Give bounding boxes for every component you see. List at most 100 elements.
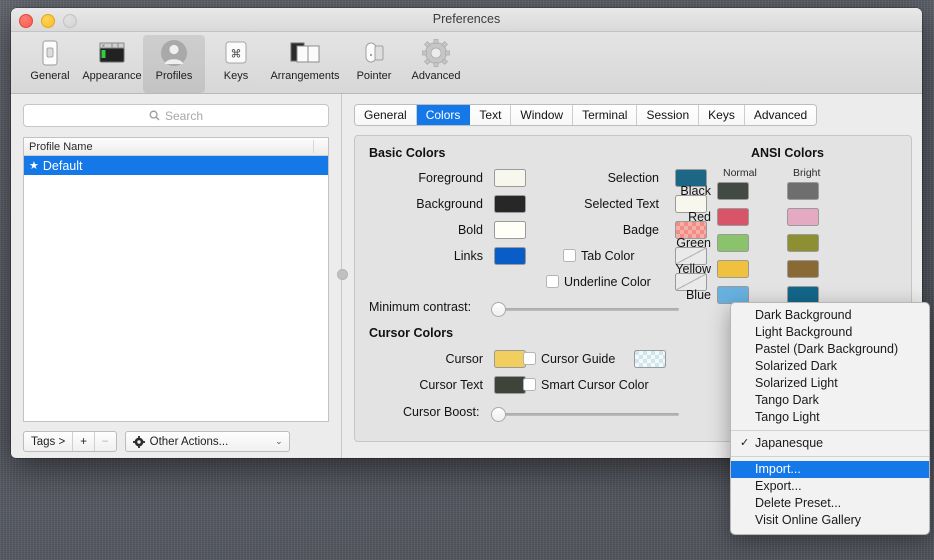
tab-keys[interactable]: Keys [699, 105, 745, 125]
tags-button[interactable]: Tags > [24, 432, 74, 451]
menu-item-import[interactable]: Import... [731, 461, 929, 478]
table-header[interactable]: Profile Name [24, 138, 328, 156]
search-placeholder: Search [164, 108, 204, 123]
checkbox-tab-color[interactable] [563, 249, 576, 262]
pointer-icon [360, 37, 388, 69]
svg-text:×: × [102, 43, 105, 49]
label-cursor-text: Cursor Text [419, 378, 483, 392]
basic-colors-heading: Basic Colors [369, 146, 446, 160]
tab-window[interactable]: Window [511, 105, 574, 125]
tab-advanced[interactable]: Advanced [744, 105, 817, 125]
checkbox-cursor-guide[interactable] [523, 352, 536, 365]
swatch-cursor-guide[interactable] [634, 350, 666, 368]
menu-item-dark-background[interactable]: Dark Background [731, 307, 929, 324]
profile-segmented-buttons: Tags > + − [23, 431, 117, 452]
tab-text[interactable]: Text [470, 105, 512, 125]
label-minimum-contrast: Minimum contrast: [369, 300, 472, 314]
minimize-button[interactable] [41, 14, 55, 28]
advanced-icon [421, 37, 451, 69]
window-title: Preferences [432, 12, 501, 26]
checkmark-icon: ✓ [740, 437, 750, 449]
toolbar-item-general[interactable]: General [19, 35, 81, 83]
toolbar-label-advanced: Advanced [411, 70, 461, 82]
slider-knob-minimum-contrast[interactable] [491, 302, 506, 317]
label-underline-color: Underline Color [564, 275, 651, 289]
svg-text:⌘: ⌘ [231, 49, 242, 61]
swatch-cursor[interactable] [494, 350, 526, 368]
toolbar-label-pointer: Pointer [356, 70, 392, 82]
label-bold: Bold [457, 223, 483, 237]
toolbar-label-profiles: Profiles [155, 70, 193, 82]
default-profile-star-icon: ★ [29, 160, 39, 172]
color-presets-menu: Dark Background Light Background Pastel … [730, 302, 930, 535]
search-input[interactable]: Search [23, 104, 329, 127]
profile-name: Default [42, 158, 83, 173]
swatch-links[interactable] [494, 247, 526, 265]
ansi-label-yellow: Yellow [675, 262, 711, 276]
preferences-toolbar: General × Appearance Profiles ⌘ Keys Arr… [11, 32, 922, 94]
menu-item-solarized-dark[interactable]: Solarized Dark [731, 358, 929, 375]
menu-item-solarized-light[interactable]: Solarized Light [731, 375, 929, 392]
slider-knob-cursor-boost[interactable] [491, 407, 506, 422]
search-icon [149, 110, 160, 121]
appearance-icon: × [97, 37, 127, 69]
profiles-icon [159, 37, 189, 69]
menu-item-japanesque-label: Japanesque [755, 436, 824, 450]
ansi-swatch-red-normal[interactable] [717, 208, 749, 226]
menu-item-export[interactable]: Export... [731, 478, 929, 495]
ansi-column-normal: Normal [723, 167, 757, 179]
remove-profile-button: − [101, 435, 109, 448]
gear-icon [132, 435, 145, 448]
menu-item-delete-preset[interactable]: Delete Preset... [731, 495, 929, 512]
tab-terminal[interactable]: Terminal [573, 105, 638, 125]
toolbar-item-pointer[interactable]: Pointer [343, 35, 405, 83]
label-smart-cursor-color: Smart Cursor Color [541, 378, 649, 392]
add-profile-button[interactable]: + [73, 432, 95, 451]
toolbar-item-profiles[interactable]: Profiles [143, 35, 205, 93]
tab-session[interactable]: Session [637, 105, 700, 125]
label-cursor-guide: Cursor Guide [541, 352, 616, 366]
checkbox-smart-cursor-color[interactable] [523, 378, 536, 391]
ansi-swatch-yellow-bright[interactable] [787, 260, 819, 278]
menu-separator [731, 430, 929, 431]
menu-item-tango-dark[interactable]: Tango Dark [731, 392, 929, 409]
ansi-colors-heading: ANSI Colors [751, 146, 824, 160]
profile-actions-bar: Tags > + − Other Actions... ⌄ [23, 431, 329, 458]
zoom-button[interactable] [63, 14, 77, 28]
ansi-label-blue: Blue [685, 288, 711, 302]
toolbar-item-advanced[interactable]: Advanced [405, 35, 467, 83]
menu-item-light-background[interactable]: Light Background [731, 324, 929, 341]
menu-item-tango-light[interactable]: Tango Light [731, 409, 929, 426]
ansi-label-red: Red [688, 210, 711, 224]
tab-general[interactable]: General [355, 105, 417, 125]
ansi-swatch-green-bright[interactable] [787, 234, 819, 252]
label-foreground: Foreground [418, 171, 483, 185]
tab-colors[interactable]: Colors [416, 105, 471, 125]
toolbar-label-keys: Keys [223, 70, 249, 82]
ansi-swatch-black-bright[interactable] [787, 182, 819, 200]
toolbar-label-general: General [30, 70, 70, 82]
label-background: Background [416, 197, 483, 211]
toolbar-label-appearance: Appearance [82, 70, 142, 82]
window-titlebar: Preferences [11, 8, 922, 32]
menu-item-japanesque[interactable]: ✓ Japanesque [731, 435, 929, 452]
chevron-down-icon: ⌄ [275, 436, 283, 446]
toolbar-item-keys[interactable]: ⌘ Keys [205, 35, 267, 83]
ansi-swatch-yellow-normal[interactable] [717, 260, 749, 278]
label-links: Links [453, 249, 483, 263]
ansi-swatch-black-normal[interactable] [717, 182, 749, 200]
swatch-cursor-text[interactable] [494, 376, 526, 394]
slider-track-minimum-contrast[interactable] [497, 308, 679, 311]
profiles-sidebar: Search Profile Name ★ Default Tags > + −… [11, 94, 341, 458]
slider-track-cursor-boost[interactable] [497, 413, 679, 416]
ansi-swatch-red-bright[interactable] [787, 208, 819, 226]
menu-item-pastel-dark-background[interactable]: Pastel (Dark Background) [731, 341, 929, 358]
checkbox-underline-color[interactable] [546, 275, 559, 288]
other-actions-button[interactable]: Other Actions... ⌄ [124, 431, 290, 452]
table-row[interactable]: ★ Default [24, 156, 328, 175]
menu-item-visit-online-gallery[interactable]: Visit Online Gallery [731, 512, 929, 529]
ansi-swatch-green-normal[interactable] [717, 234, 749, 252]
toolbar-item-appearance[interactable]: × Appearance [81, 35, 143, 83]
close-button[interactable] [19, 14, 33, 28]
toolbar-item-arrangements[interactable]: Arrangements [267, 35, 343, 83]
